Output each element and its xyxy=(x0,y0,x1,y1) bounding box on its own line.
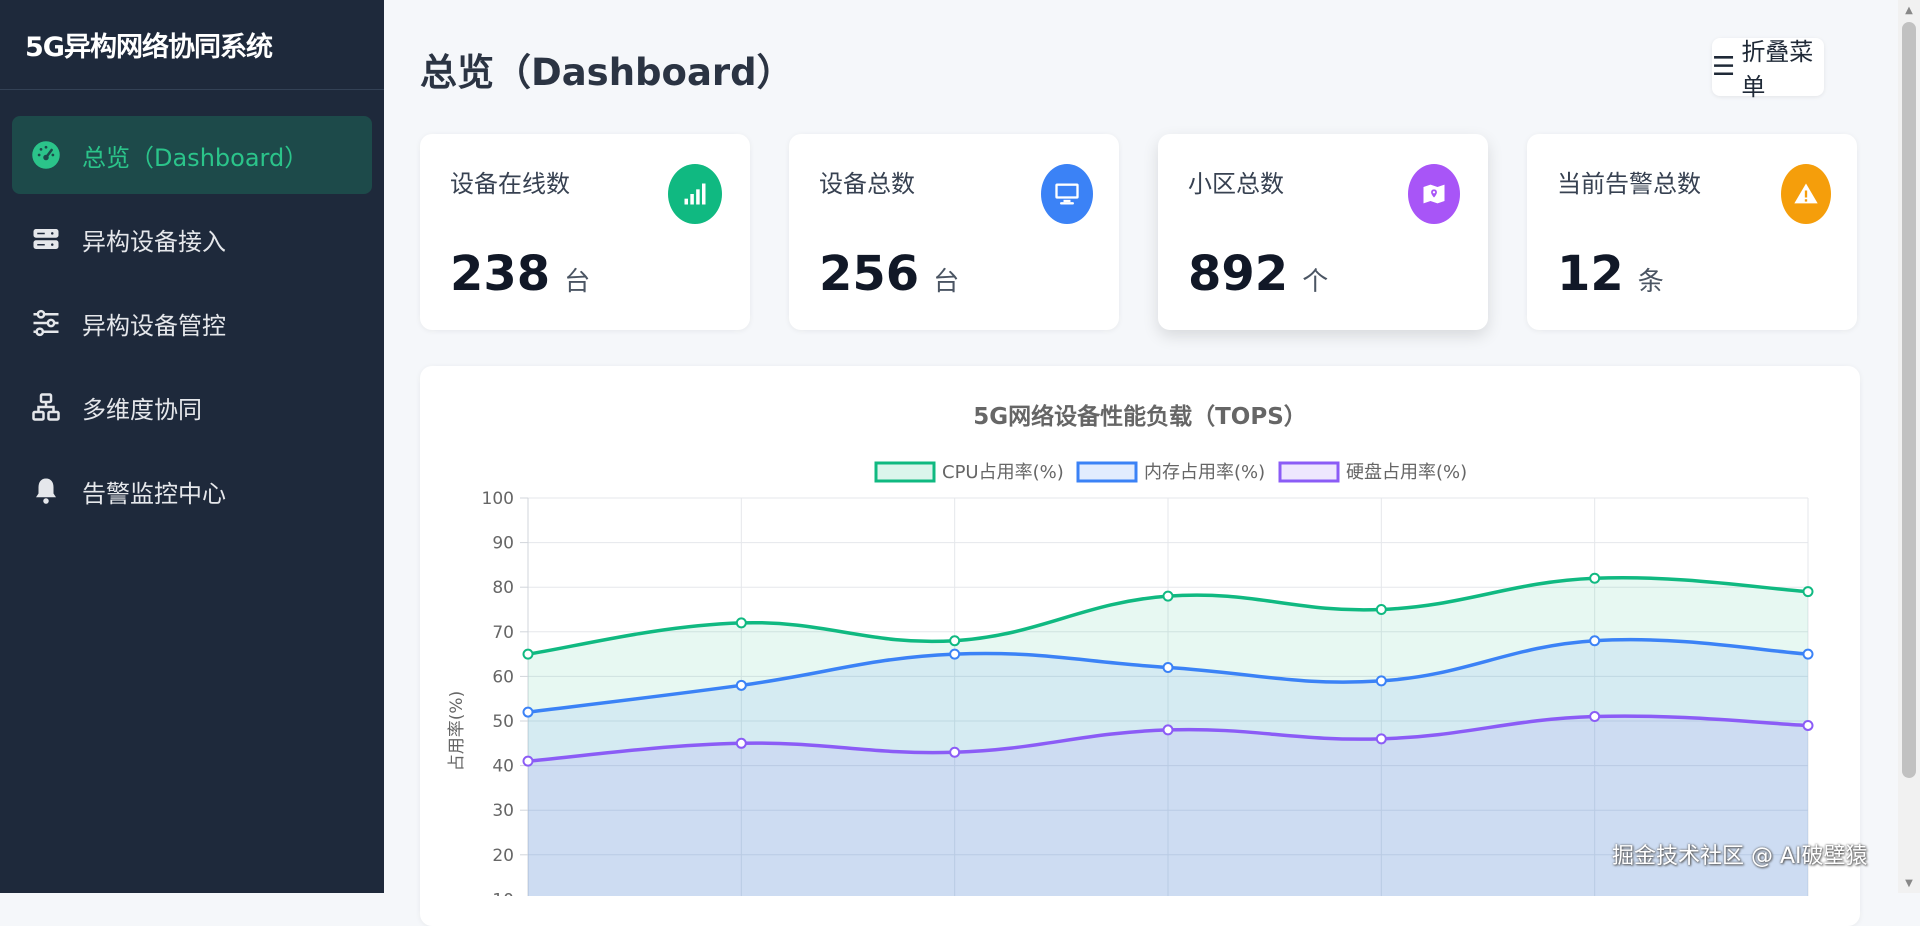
sidebar-item-label: 异构设备管控 xyxy=(82,311,226,340)
y-tick-label: 90 xyxy=(492,534,514,554)
stat-unit: 个 xyxy=(1302,267,1329,297)
data-point xyxy=(735,679,747,691)
data-point xyxy=(1162,724,1174,736)
stat-value: 892 个 xyxy=(1188,246,1328,302)
stat-card-alarms: 当前告警总数 12 条 xyxy=(1527,134,1857,330)
data-point xyxy=(1589,711,1601,723)
main-content: 总览（Dashboard） ☰ 折叠菜单 设备在线数 238 台 设备总数 25… xyxy=(384,0,1898,926)
monitor-icon xyxy=(1041,164,1093,224)
sidebar-item-device-control[interactable]: 异构设备管控 xyxy=(12,284,372,362)
data-point xyxy=(1802,719,1814,731)
stat-label: 设备在线数 xyxy=(450,170,570,198)
y-tick-label: 60 xyxy=(492,667,514,687)
stat-label: 小区总数 xyxy=(1188,170,1284,198)
data-point xyxy=(949,635,961,647)
stat-value: 12 条 xyxy=(1557,246,1664,302)
network-icon xyxy=(28,389,64,425)
sidebar-item-label: 告警监控中心 xyxy=(82,479,226,508)
sidebar-item-label: 多维度协同 xyxy=(82,395,202,424)
stat-label: 当前告警总数 xyxy=(1557,170,1701,198)
data-point xyxy=(1162,590,1174,602)
stat-value: 238 台 xyxy=(450,246,590,302)
scrollbar-thumb[interactable] xyxy=(1902,22,1916,778)
stat-unit: 台 xyxy=(564,267,591,297)
collapse-menu-label: 折叠菜单 xyxy=(1741,38,1814,101)
app-brand: 5G异构网络协同系统 xyxy=(0,0,384,90)
y-tick-label: 80 xyxy=(492,578,514,598)
y-tick-label: 40 xyxy=(492,757,514,777)
dashboard-gauge-icon xyxy=(28,137,64,173)
data-point xyxy=(1589,572,1601,584)
legend-label: CPU占用率(%) xyxy=(942,462,1064,483)
data-point xyxy=(522,706,534,718)
data-point xyxy=(1375,675,1387,687)
watermark: 掘金技术社区 @ AI破壁猿 xyxy=(1612,844,1868,869)
chart-title: 5G网络设备性能负载（TOPS） xyxy=(973,403,1307,430)
page-title: 总览（Dashboard） xyxy=(420,51,794,94)
legend-label: 内存占用率(%) xyxy=(1144,462,1265,483)
data-point xyxy=(1802,648,1814,660)
y-axis-label: 占用率(%) xyxy=(447,691,467,771)
stat-unit: 台 xyxy=(933,267,960,297)
y-tick-label: 50 xyxy=(492,712,514,732)
data-point xyxy=(1802,586,1814,598)
legend-swatch xyxy=(1076,461,1138,483)
stat-number: 256 xyxy=(819,246,920,302)
scroll-down-arrow-icon[interactable]: ▼ xyxy=(1898,873,1920,893)
data-point xyxy=(1589,635,1601,647)
stat-number: 238 xyxy=(450,246,551,302)
stat-card-total-devices: 设备总数 256 台 xyxy=(789,134,1119,330)
stat-number: 892 xyxy=(1188,246,1289,302)
stat-label: 设备总数 xyxy=(819,170,915,198)
y-tick-label: 20 xyxy=(492,846,514,866)
signal-icon xyxy=(668,164,722,224)
y-tick-label: 100 xyxy=(482,489,514,509)
sidebar-item-label: 总览（Dashboard） xyxy=(82,143,309,172)
sidebar-item-dashboard[interactable]: 总览（Dashboard） xyxy=(12,116,372,194)
bell-icon xyxy=(28,473,64,509)
data-point xyxy=(735,737,747,749)
sidebar-item-alarm-center[interactable]: 告警监控中心 xyxy=(12,452,372,530)
stat-card-cells: 小区总数 892 个 xyxy=(1158,134,1488,330)
map-icon xyxy=(1408,164,1460,224)
data-point xyxy=(1375,733,1387,745)
sidebar-nav: 总览（Dashboard） 异构设备接入 异构设备管控 多维度协同 告警监控中心 xyxy=(0,90,384,530)
data-point xyxy=(735,617,747,629)
y-tick-label: 70 xyxy=(492,623,514,643)
scroll-up-arrow-icon[interactable]: ▲ xyxy=(1898,0,1920,20)
sidebar-item-collaboration[interactable]: 多维度协同 xyxy=(12,368,372,446)
legend-label: 硬盘占用率(%) xyxy=(1346,462,1467,483)
stat-number: 12 xyxy=(1557,246,1624,302)
page-scrollbar[interactable]: ▲ ▼ xyxy=(1898,0,1920,893)
y-tick-label: 10 xyxy=(492,890,514,896)
stat-card-online-devices: 设备在线数 238 台 xyxy=(420,134,750,330)
performance-line-chart: 5G网络设备性能负载（TOPS） CPU占用率(%) 内存占用率(%) 硬盘占用率(%… xyxy=(447,403,1814,896)
collapse-menu-button[interactable]: ☰ 折叠菜单 xyxy=(1712,38,1824,101)
legend-swatch xyxy=(874,461,936,483)
warning-icon xyxy=(1781,164,1831,224)
sidebar-item-label: 异构设备接入 xyxy=(82,227,226,256)
data-point xyxy=(522,755,534,767)
data-point xyxy=(1375,604,1387,615)
legend-swatch xyxy=(1278,461,1340,483)
y-tick-label: 30 xyxy=(492,801,514,821)
sidebar: 5G异构网络协同系统 总览（Dashboard） 异构设备接入 异构设备管控 多… xyxy=(0,0,384,893)
sliders-icon xyxy=(28,305,64,341)
stat-value: 256 台 xyxy=(819,246,959,302)
stat-unit: 条 xyxy=(1637,267,1664,297)
data-point xyxy=(949,648,961,660)
server-icon xyxy=(28,221,64,257)
data-point xyxy=(949,746,961,758)
data-point xyxy=(1162,661,1174,673)
sidebar-item-device-access[interactable]: 异构设备接入 xyxy=(12,200,372,278)
data-point xyxy=(522,648,534,660)
menu-icon: ☰ xyxy=(1712,52,1736,82)
